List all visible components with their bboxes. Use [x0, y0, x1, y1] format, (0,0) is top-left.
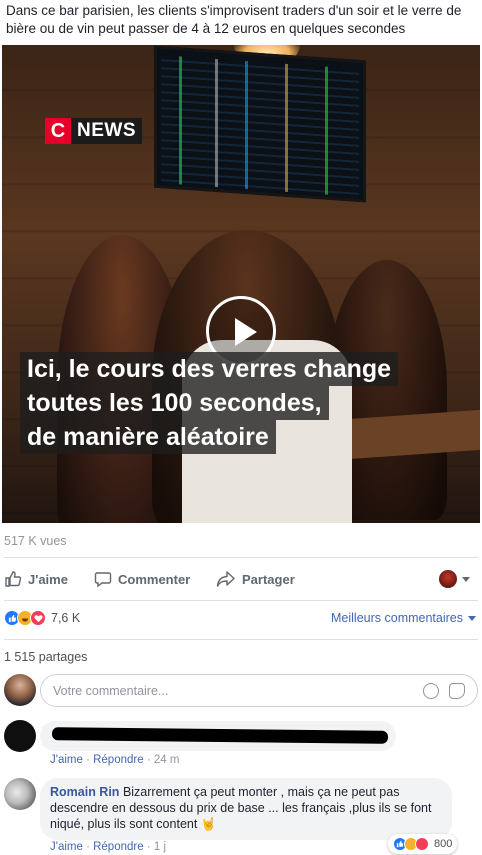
video-subtitle-line-2: toutes les 100 secondes, [20, 386, 329, 420]
chevron-down-icon [462, 576, 470, 582]
comment-time[interactable]: 1 j [154, 841, 166, 853]
comment-input[interactable]: Votre commentaire... [40, 674, 478, 707]
post-caption: Dans ce bar parisien, les clients s'impr… [6, 3, 462, 36]
action-bar: J'aime Commenter Partager [0, 562, 482, 596]
comment-label: Commenter [118, 571, 191, 587]
comment-placeholder: Votre commentaire... [53, 684, 169, 698]
comment-reactions[interactable]: 800 [388, 834, 458, 854]
emoji-icon[interactable] [423, 683, 439, 699]
comment-meta: J'aime · Répondre · 24 m [50, 754, 180, 766]
play-icon [235, 318, 257, 346]
reactions-summary[interactable]: 7,6 K [4, 610, 80, 626]
post-as-selector[interactable] [439, 570, 470, 588]
share-icon [216, 571, 235, 587]
comment-meta: J'aime · Répondre · 1 j [50, 841, 167, 853]
comment-like-link[interactable]: J'aime [50, 841, 83, 853]
love-reaction-icon [30, 610, 46, 626]
avatar[interactable] [4, 778, 36, 810]
share-button[interactable]: Partager [216, 570, 295, 588]
chevron-down-icon [468, 615, 476, 621]
comment-button[interactable]: Commenter [94, 570, 190, 588]
comment-reply-link[interactable]: Répondre [93, 754, 144, 766]
share-label: Partager [242, 571, 295, 587]
comment-time[interactable]: 24 m [154, 754, 180, 766]
cnews-logo: C NEWS [45, 118, 142, 144]
video-subtitle-line-3: de manière aléatoire [20, 420, 276, 454]
comment-reaction-count: 800 [434, 838, 453, 850]
view-count: 517 K vues [4, 534, 67, 548]
comment-sort-dropdown[interactable]: Meilleurs commentaires [331, 611, 476, 625]
redacted-text [51, 727, 389, 744]
comment-bubble [40, 721, 396, 751]
video-subtitle-line-1: Ici, le cours des verres change [20, 352, 399, 386]
avatar [4, 674, 36, 706]
divider [4, 557, 478, 558]
divider [4, 600, 478, 601]
comment-bubble: Romain Rin Bizarrement ça peut monter , … [40, 778, 452, 840]
comment-composer: Votre commentaire... [4, 674, 478, 708]
comment-reply-link[interactable]: Répondre [93, 841, 144, 853]
like-label: J'aime [28, 571, 68, 587]
sticker-icon[interactable] [449, 683, 465, 699]
love-reaction-icon [415, 837, 429, 851]
price-board-screen [154, 45, 366, 203]
divider [4, 639, 478, 640]
thumbs-up-icon [5, 571, 22, 587]
reaction-count: 7,6 K [51, 611, 81, 625]
avatar [439, 570, 457, 588]
like-button[interactable]: J'aime [4, 570, 68, 588]
comment-icon [94, 572, 112, 588]
comment-like-link[interactable]: J'aime [50, 754, 83, 766]
comment-author[interactable]: Romain Rin [50, 785, 119, 799]
comment-text: Romain Rin Bizarrement ça peut monter , … [50, 784, 450, 832]
comment-sort-label: Meilleurs commentaires [331, 611, 463, 625]
video-player[interactable]: C NEWS Ici, le cours des verres change t… [2, 45, 480, 523]
avatar[interactable] [4, 720, 36, 752]
share-count[interactable]: 1 515 partages [4, 650, 87, 664]
